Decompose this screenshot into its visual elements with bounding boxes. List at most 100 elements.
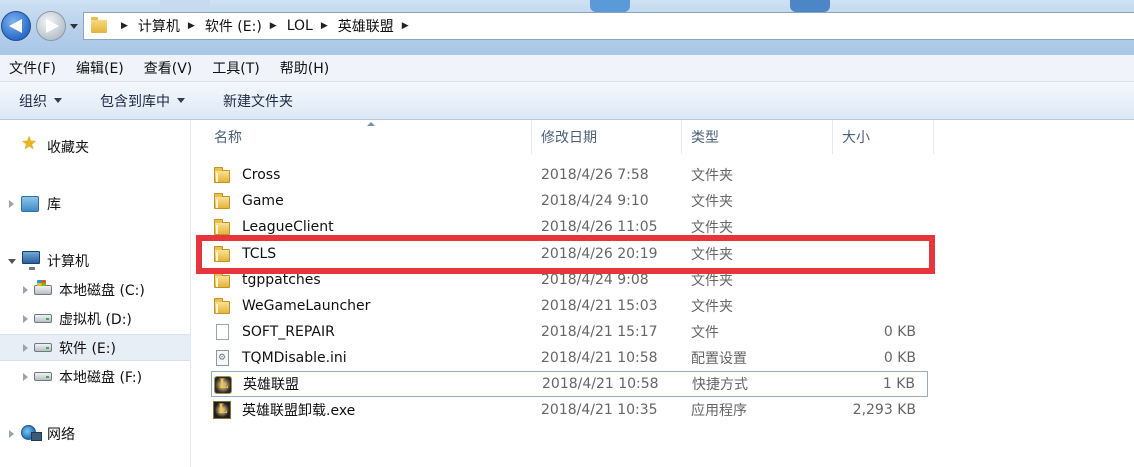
menu-help[interactable]: 帮助(H) [280, 58, 329, 78]
expand-arrow-icon[interactable] [9, 430, 14, 438]
background-decoration [160, 0, 210, 12]
file-row[interactable]: Cross 2018/4/26 7:58 文件夹 [211, 162, 928, 188]
column-header-label: 名称 [214, 130, 242, 146]
file-type: 快捷方式 [692, 377, 748, 393]
system-drive-icon [34, 280, 52, 295]
file-row[interactable]: SOFT_REPAIR 2018/4/21 15:17 文件 0 KB [211, 319, 928, 345]
menu-view[interactable]: 查看(V) [144, 58, 193, 78]
file-row[interactable]: LeagueClient 2018/4/26 11:05 文件夹 [211, 214, 928, 240]
command-toolbar: 组织 包含到库中 新建文件夹 [0, 82, 1134, 120]
breadcrumb-arrow-icon[interactable]: ▶ [270, 21, 277, 31]
file-date: 2018/4/21 15:17 [541, 324, 658, 340]
sidebar-item-drive-e[interactable]: 软件 (E:) [0, 334, 190, 361]
collapse-arrow-icon[interactable] [8, 259, 16, 264]
sidebar-item-drive-f[interactable]: 本地磁盘 (F:) [0, 363, 190, 390]
sidebar-item-drive-c[interactable]: 本地磁盘 (C:) [0, 276, 190, 303]
address-field[interactable]: ▶ 计算机 ▶ 软件 (E:) ▶ LOL ▶ 英雄联盟 ▶ [83, 12, 1134, 40]
file-name-text: SOFT_REPAIR [242, 324, 335, 340]
sidebar-item-label: 计算机 [47, 253, 89, 270]
menu-bar: 文件(F) 编辑(E) 查看(V) 工具(T) 帮助(H) [0, 55, 1134, 82]
file-row[interactable]: 英雄联盟卸载.exe 2018/4/21 10:35 应用程序 2,293 KB [211, 397, 928, 423]
navigation-pane: ★ 收藏夹 库 计算机 本地磁盘 (C:) 虚拟机 (D:) 软件 (E:) 本… [0, 120, 191, 467]
file-date: 2018/4/21 10:58 [541, 350, 658, 366]
new-folder-label: 新建文件夹 [223, 93, 293, 110]
file-name-text: LeagueClient [242, 219, 334, 235]
breadcrumb-computer[interactable]: 计算机 ▶ [138, 13, 205, 39]
column-header-label: 类型 [691, 130, 719, 146]
file-type: 文件夹 [691, 299, 733, 315]
sidebar-item-libraries[interactable]: 库 [0, 190, 190, 217]
expand-arrow-icon[interactable] [23, 373, 28, 381]
file-date: 2018/4/24 9:08 [541, 272, 649, 288]
column-divider[interactable] [681, 120, 682, 154]
file-type: 文件夹 [691, 220, 733, 236]
file-date: 2018/4/26 7:58 [541, 167, 649, 183]
column-header-name[interactable]: 名称 [214, 120, 530, 154]
breadcrumb-drive-e[interactable]: 软件 (E:) ▶ [205, 13, 287, 39]
computer-icon [22, 251, 40, 270]
column-divider[interactable] [933, 120, 934, 154]
file-row[interactable]: 英雄联盟 2018/4/21 10:58 快捷方式 1 KB [211, 371, 928, 397]
folder-icon [91, 16, 107, 33]
folder-icon [214, 298, 230, 314]
file-type: 应用程序 [691, 403, 747, 419]
breadcrumb-lol-cn[interactable]: 英雄联盟 ▶ [338, 13, 419, 39]
forward-button[interactable] [36, 11, 66, 41]
sidebar-item-label: 网络 [47, 426, 75, 443]
network-icon [21, 425, 42, 441]
menu-edit[interactable]: 编辑(E) [76, 58, 124, 78]
folder-icon [214, 219, 230, 235]
recent-pages-dropdown-icon[interactable] [70, 24, 78, 29]
file-row[interactable]: TQMDisable.ini 2018/4/21 10:58 配置设置 0 KB [211, 345, 928, 371]
column-divider[interactable] [531, 120, 532, 154]
include-in-library-button[interactable]: 包含到库中 [100, 91, 185, 111]
file-type: 文件夹 [691, 194, 733, 210]
sidebar-item-favorites[interactable]: ★ 收藏夹 [0, 133, 190, 160]
column-header-type[interactable]: 类型 [691, 120, 831, 154]
expand-arrow-icon[interactable] [9, 200, 14, 208]
sidebar-item-label: 库 [47, 196, 61, 213]
expand-arrow-icon[interactable] [23, 344, 28, 352]
column-header-size[interactable]: 大小 [842, 120, 932, 154]
breadcrumb-label: 计算机 [137, 19, 180, 35]
file-row[interactable]: WeGameLauncher 2018/4/21 15:03 文件夹 [211, 293, 928, 319]
file-row-tcls[interactable]: TCLS 2018/4/26 20:19 文件夹 [211, 241, 928, 267]
include-in-library-label: 包含到库中 [100, 93, 170, 110]
file-name-text: tgppatches [242, 272, 321, 288]
breadcrumb-lol[interactable]: LOL ▶ [287, 13, 338, 39]
expand-arrow-icon[interactable] [23, 286, 28, 294]
breadcrumb-label: LOL [286, 18, 313, 34]
file-name-text: Cross [242, 167, 281, 183]
drive-icon [34, 314, 52, 323]
breadcrumb-label: 英雄联盟 [337, 19, 394, 35]
breadcrumb-arrow-icon[interactable]: ▶ [402, 21, 409, 31]
sidebar-item-drive-d[interactable]: 虚拟机 (D:) [0, 305, 190, 332]
file-type: 配置设置 [691, 351, 747, 367]
background-decoration [790, 0, 830, 12]
back-button[interactable] [1, 11, 31, 41]
sidebar-item-network[interactable]: 网络 [0, 420, 190, 447]
file-size: 0 KB [883, 324, 916, 340]
expand-arrow-icon[interactable] [23, 315, 28, 323]
file-name-text: 英雄联盟卸载.exe [242, 403, 356, 419]
column-header-date[interactable]: 修改日期 [541, 120, 681, 154]
breadcrumb-arrow-icon[interactable]: ▶ [321, 21, 328, 31]
column-header-label: 大小 [842, 130, 870, 146]
organize-button[interactable]: 组织 [19, 91, 62, 111]
menu-tools[interactable]: 工具(T) [212, 58, 259, 78]
file-type: 文件夹 [691, 168, 733, 184]
library-icon [21, 196, 39, 212]
file-row[interactable]: tgppatches 2018/4/24 9:08 文件夹 [211, 267, 928, 293]
breadcrumb-arrow-icon[interactable]: ▶ [121, 21, 128, 31]
menu-file[interactable]: 文件(F) [9, 58, 56, 78]
breadcrumb-arrow-icon[interactable]: ▶ [188, 21, 195, 31]
column-divider[interactable] [832, 120, 833, 154]
file-name-text: Game [242, 193, 284, 209]
new-folder-button[interactable]: 新建文件夹 [223, 91, 293, 111]
file-row[interactable]: Game 2018/4/24 9:10 文件夹 [211, 188, 928, 214]
file-name-text: WeGameLauncher [242, 298, 371, 314]
file-type: 文件夹 [691, 247, 733, 263]
sidebar-item-computer[interactable]: 计算机 [0, 247, 190, 274]
organize-label: 组织 [19, 93, 47, 110]
file-date: 2018/4/21 10:58 [542, 376, 659, 392]
